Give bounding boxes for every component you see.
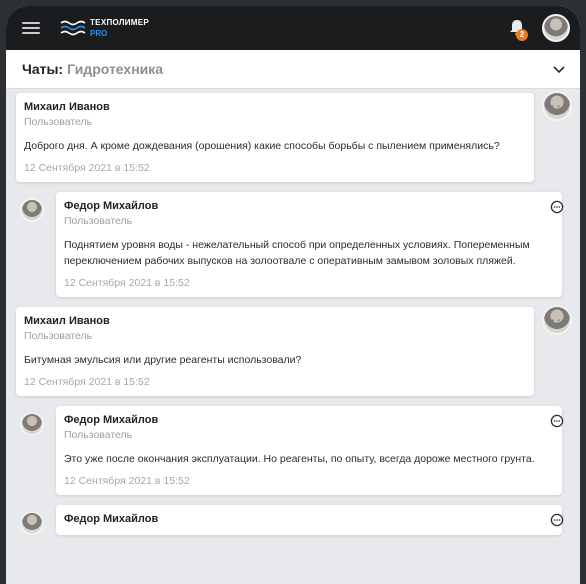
avatar: [20, 198, 44, 222]
author-name: Михаил Иванов: [24, 315, 110, 327]
chat-label: Чаты:: [22, 61, 64, 77]
more-dots-icon[interactable]: ···: [545, 311, 562, 327]
chat-header[interactable]: Чаты: Гидротехника: [6, 50, 580, 89]
author-name: Михаил Иванов: [24, 101, 110, 113]
message-date: 12 Сентября 2021 в 15:52: [24, 162, 150, 174]
app-frame: ТЕХПОЛИМЕР PRO 2 Чаты: Гидротехника Миха…: [6, 6, 580, 584]
message-item: Федор Михайлов Пользователь Поднятием ур…: [16, 192, 574, 297]
brand-name: ТЕХПОЛИМЕР: [90, 17, 150, 27]
author-role: Пользователь: [24, 116, 93, 128]
author-name: Федор Михайлов: [64, 513, 159, 525]
avatar: [20, 511, 44, 535]
notifications-button[interactable]: 2: [506, 17, 528, 41]
message-card: Михаил Иванов Пользователь Битумная эмул…: [16, 307, 561, 396]
message-date: 12 Сентября 2021 в 15:52: [24, 376, 150, 388]
chat-name: Гидротехника: [67, 61, 164, 77]
message-card: Михаил Иванов Пользователь Доброго дня. …: [16, 93, 561, 182]
chat-bubble-icon[interactable]: [550, 200, 564, 214]
chat-bubble-icon[interactable]: [550, 414, 564, 428]
message-text: Поднятием уровня воды - нежелательный сп…: [64, 239, 530, 267]
message-card: Федор Михайлов Пользователь Поднятием ур…: [56, 192, 564, 297]
brand-sub: PRO: [90, 28, 108, 38]
message-text: Битумная эмульсия или другие реагенты ис…: [24, 354, 302, 366]
message-item: Федор Михайлов Пользователь Это уже посл…: [16, 406, 574, 495]
author-role: Пользователь: [64, 429, 133, 441]
chat-bubble-icon[interactable]: [550, 513, 564, 527]
author-role: Пользователь: [64, 215, 133, 227]
notification-badge: 2: [516, 29, 528, 41]
message-date: 12 Сентября 2021 в 15:52: [64, 475, 190, 487]
logo-waves-icon: [60, 20, 86, 36]
message-text: Это уже после окончания эксплуатации. Но…: [64, 453, 535, 465]
message-list: Михаил Иванов Пользователь Доброго дня. …: [6, 89, 580, 535]
message-item: Федор Михайлов: [16, 505, 574, 535]
menu-icon[interactable]: [22, 22, 40, 34]
author-name: Федор Михайлов: [64, 414, 159, 426]
message-item: Михаил Иванов Пользователь Битумная эмул…: [16, 305, 574, 396]
message-card: Федор Михайлов Пользователь Это уже посл…: [56, 406, 564, 495]
message-date: 12 Сентября 2021 в 15:52: [64, 277, 190, 289]
logo[interactable]: ТЕХПОЛИМЕР PRO: [60, 18, 149, 39]
message-text: Доброго дня. А кроме дождевания (орошени…: [24, 140, 500, 152]
top-bar: ТЕХПОЛИМЕР PRO 2: [6, 6, 580, 50]
message-item: Михаил Иванов Пользователь Доброго дня. …: [16, 91, 574, 182]
message-card: Федор Михайлов: [56, 505, 564, 535]
avatar: [20, 412, 44, 436]
user-avatar[interactable]: [542, 14, 570, 42]
author-role: Пользователь: [24, 330, 93, 342]
chevron-down-icon[interactable]: [552, 62, 566, 76]
more-dots-icon[interactable]: ···: [545, 97, 562, 113]
author-name: Федор Михайлов: [64, 200, 159, 212]
